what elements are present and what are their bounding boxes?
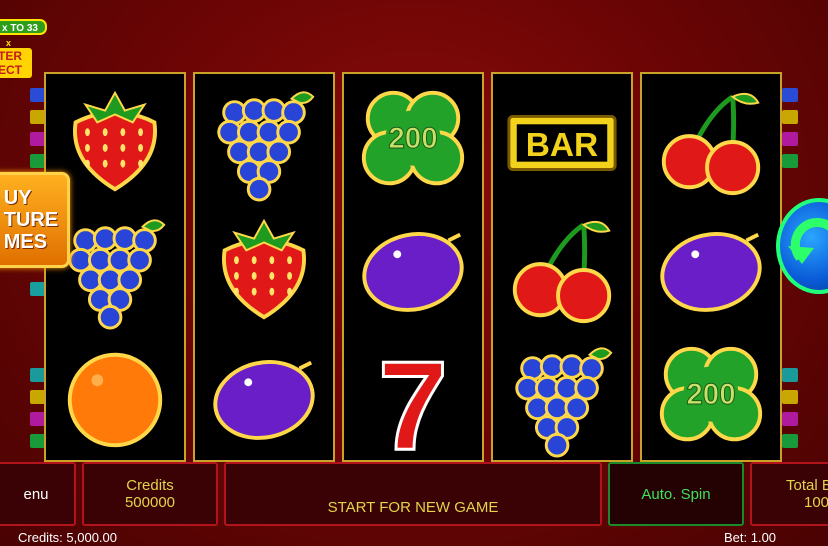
logo-line-4: ECT	[0, 63, 23, 77]
plum-symbol	[642, 206, 780, 334]
start-new-game-button[interactable]: START FOR NEW GAME	[224, 462, 602, 526]
logo-line-3: TER	[0, 49, 22, 63]
orange-symbol	[46, 334, 184, 462]
total-bet-panel: Total B 100	[750, 462, 828, 526]
game-logo: x TO 33 x TER ECT	[0, 8, 52, 78]
reels-area: 200 7 BAR 200	[44, 72, 784, 478]
cherry-symbol	[493, 206, 631, 334]
spin-button[interactable]	[776, 198, 828, 294]
total-bet-value: 100	[804, 494, 828, 511]
plum-symbol	[344, 206, 482, 334]
logo-line-1: x TO 33	[2, 23, 38, 34]
logo-line-2: x	[6, 38, 11, 48]
credits-value: 500000	[124, 494, 176, 511]
credits-label: Credits	[126, 477, 174, 494]
strawberry-symbol	[195, 206, 333, 334]
credits-panel: Credits 500000	[82, 462, 218, 526]
menu-button[interactable]: enu	[0, 462, 76, 526]
svg-text:200: 200	[686, 378, 735, 411]
reel-2	[193, 72, 335, 462]
svg-text:200: 200	[388, 122, 437, 155]
grapes-symbol	[195, 78, 333, 206]
reel-3: 200 7	[342, 72, 484, 478]
spin-arrow-icon	[788, 217, 828, 264]
svg-text:7: 7	[378, 335, 448, 476]
clover-200-symbol: 200	[344, 78, 482, 206]
grapes-symbol	[493, 334, 631, 462]
reel-4: BAR	[491, 72, 633, 462]
bar-symbol: BAR	[493, 78, 631, 206]
menu-label: enu	[23, 485, 49, 503]
plum-symbol	[195, 334, 333, 462]
clover-200-symbol: 200	[642, 334, 780, 462]
cherry-symbol	[642, 78, 780, 206]
auto-spin-label: Auto. Spin	[641, 485, 711, 503]
start-label: START FOR NEW GAME	[327, 498, 499, 516]
seven-symbol: 7	[344, 334, 482, 478]
buy-feature-label: UY TURE MES	[3, 187, 59, 253]
status-bet: Bet: 1.00	[724, 530, 777, 545]
buy-feature-button[interactable]: UY TURE MES	[0, 172, 70, 268]
status-credits: Credits: 5,000.00	[18, 530, 118, 545]
reel-5: 200	[640, 72, 782, 462]
total-bet-label: Total B	[786, 477, 828, 494]
auto-spin-button[interactable]: Auto. Spin	[608, 462, 744, 526]
svg-text:BAR: BAR	[526, 127, 598, 164]
